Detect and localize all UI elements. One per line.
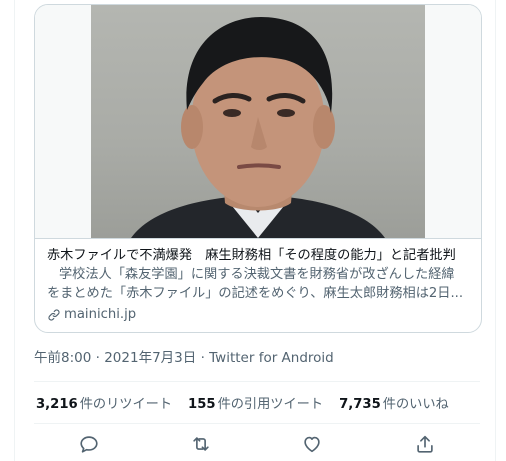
- tweet-source[interactable]: Twitter for Android: [209, 350, 334, 366]
- divider: [34, 381, 480, 382]
- share-icon: [417, 435, 433, 453]
- quotes-stat[interactable]: 155 件の引用ツイート: [188, 393, 323, 412]
- tweet-date[interactable]: 2021年7月3日: [104, 350, 196, 366]
- divider: [34, 423, 480, 424]
- retweet-icon: [193, 437, 209, 451]
- card-domain-text: mainichi.jp: [64, 307, 137, 322]
- card-description-line-2: をまとめた「赤木ファイル」の記述をめぐり、麻生太郎財務相は2日...: [47, 286, 464, 301]
- card-description-line-1: 学校法人「森友学園」に関する決裁文書を財務省が改ざんした経緯: [59, 267, 455, 282]
- tweet-meta: 午前8:00 · 2021年7月3日 · Twitter for Android: [34, 346, 334, 366]
- meta-separator: ·: [200, 350, 205, 366]
- tweet-actions: [34, 431, 480, 459]
- card-domain: mainichi.jp: [47, 305, 473, 324]
- reply-button[interactable]: [78, 433, 102, 457]
- card-divider: [35, 238, 481, 239]
- tweet-time[interactable]: 午前8:00: [34, 350, 91, 366]
- retweets-label: 件のリツイート: [79, 397, 173, 412]
- likes-label: 件のいいね: [382, 397, 449, 412]
- like-icon: [304, 436, 320, 453]
- timeline-right-border: [495, 0, 496, 461]
- quotes-count: 155: [188, 397, 216, 412]
- card-body[interactable]: 赤木ファイルで不満爆発 麻生財務相「その程度の能力」と記者批判 学校法人「森友学…: [47, 246, 473, 324]
- share-button[interactable]: [414, 433, 438, 457]
- link-icon: [48, 308, 60, 321]
- likes-count: 7,735: [339, 397, 381, 412]
- retweets-count: 3,216: [36, 397, 78, 412]
- portrait-photo: [91, 5, 425, 238]
- timeline-left-border: [14, 0, 15, 461]
- meta-separator: ·: [95, 350, 100, 366]
- retweet-button[interactable]: [190, 433, 214, 457]
- link-preview-card[interactable]: 赤木ファイルで不満爆発 麻生財務相「その程度の能力」と記者批判 学校法人「森友学…: [34, 4, 482, 333]
- card-title: 赤木ファイルで不満爆発 麻生財務相「その程度の能力」と記者批判: [47, 248, 456, 263]
- retweets-stat[interactable]: 3,216 件のリツイート: [36, 393, 172, 412]
- tweet-stats: 3,216 件のリツイート 155 件の引用ツイート 7,735 件のいいね: [36, 393, 465, 412]
- reply-icon: [80, 436, 98, 453]
- card-thumbnail[interactable]: [35, 5, 481, 238]
- like-button[interactable]: [301, 433, 325, 457]
- likes-stat[interactable]: 7,735 件のいいね: [339, 393, 449, 412]
- quotes-label: 件の引用ツイート: [217, 397, 324, 412]
